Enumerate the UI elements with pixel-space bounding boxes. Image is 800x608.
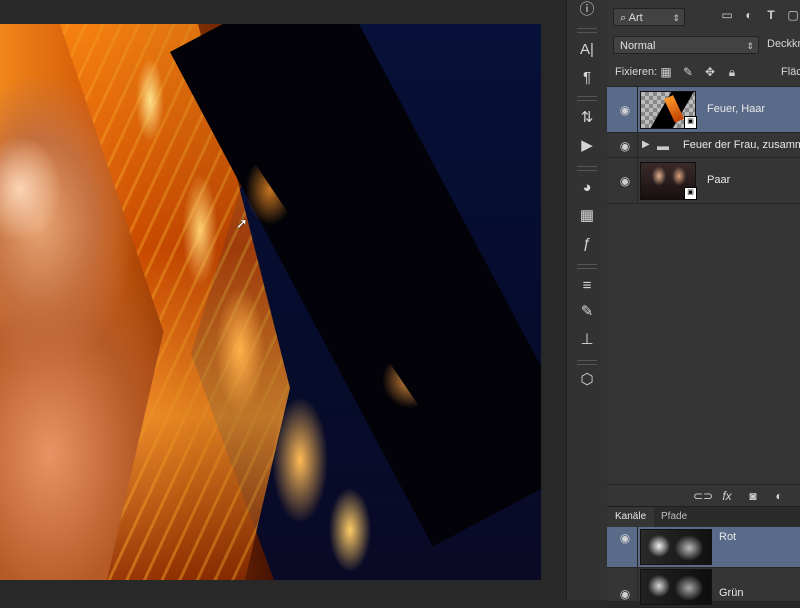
eye-icon: ◉ (619, 103, 631, 117)
smart-object-icon: ▣ (684, 187, 697, 200)
lock-image-pixels-icon[interactable]: ✎ (681, 65, 695, 79)
filter-shape-layers-icon[interactable]: ▢ (785, 8, 800, 22)
visibility-toggle[interactable]: ◉ (607, 87, 638, 132)
layers-panel-footer: ⊂⊃ fx ◙ ◐ (607, 484, 800, 507)
channel-row-green[interactable]: ◉ Grün (607, 567, 800, 608)
strip-grip[interactable] (577, 360, 597, 365)
move-cursor-icon: ➚ (236, 215, 248, 231)
layer-row-feuer-der-frau-group[interactable]: ◉ ▶ ▬ Feuer der Frau, zusammen (607, 135, 800, 158)
document-canvas[interactable]: ➚ (0, 0, 566, 600)
actions-icon[interactable]: ▶ (575, 136, 599, 156)
adjustments-icon[interactable]: ≡ (575, 276, 599, 296)
folder-icon: ▬ (657, 139, 669, 153)
strip-grip[interactable] (577, 264, 597, 269)
layer-name[interactable]: Feuer der Frau, zusammen (683, 139, 800, 151)
lock-row: Fixieren: ▦ ✎ ✥ 🔒︎ Fläc (607, 58, 800, 87)
select-arrows-icon: ⇕ (746, 41, 754, 51)
layer-row-paar[interactable]: ◉ ▣ Paar (607, 158, 800, 204)
fill-label: Fläc (781, 66, 800, 78)
channel-name: Grün (719, 587, 744, 599)
lock-label: Fixieren: (615, 66, 658, 78)
lock-all-icon[interactable]: 🔒︎ (725, 65, 739, 79)
link-icon[interactable]: ⊂⊃ (693, 489, 713, 503)
eye-icon: ◉ (619, 139, 631, 153)
visibility-toggle[interactable]: ◉ (607, 567, 638, 607)
channel-thumbnail (640, 529, 712, 565)
layer-filter-row: ⌕ Art ⇕ ▭ ◐ T ▢ (607, 0, 800, 32)
strip-grip[interactable] (577, 96, 597, 101)
mask-icon[interactable]: ◙ (745, 489, 761, 503)
tab-channels[interactable]: Kanäle (607, 507, 655, 527)
group-expand-triangle-icon[interactable]: ▶ (642, 139, 650, 150)
strip-grip[interactable] (577, 28, 597, 33)
lock-transparency-icon[interactable]: ▦ (659, 65, 673, 79)
layer-row-feuer-haar[interactable]: ◉ ▣ Feuer, Haar (607, 87, 800, 133)
clone-source-icon[interactable]: ⊥ (575, 330, 599, 350)
search-icon: ⌕ (620, 12, 629, 24)
channels-panel: Kanäle Pfade ◉ Rot ◉ Grün (607, 506, 800, 608)
styles-icon[interactable]: ƒ (575, 234, 599, 254)
eye-icon: ◉ (619, 531, 631, 545)
info-icon[interactable]: ⓘ (575, 0, 599, 20)
color-swatches-icon[interactable]: ◕ (575, 178, 599, 198)
filter-type-layers-icon[interactable]: T (763, 8, 779, 22)
strip-grip[interactable] (577, 166, 597, 171)
tab-paths[interactable]: Pfade (653, 507, 695, 527)
blend-mode-value: Normal (620, 40, 656, 52)
character-icon[interactable]: A| (575, 40, 599, 60)
eye-icon: ◉ (619, 174, 631, 188)
fx-icon[interactable]: fx (719, 489, 735, 503)
visibility-toggle[interactable]: ◉ (607, 135, 638, 157)
paragraph-icon[interactable]: ¶ (575, 68, 599, 88)
channel-name: Rot (719, 531, 737, 543)
filter-adjustment-layers-icon[interactable]: ◐ (741, 8, 757, 22)
blend-mode-select[interactable]: Normal ⇕ (613, 36, 759, 54)
history-icon[interactable]: ⇅ (575, 108, 599, 128)
select-arrows-icon: ⇕ (672, 13, 680, 23)
channel-row-red[interactable]: ◉ Rot (607, 527, 800, 568)
layer-name[interactable]: Paar (707, 174, 730, 186)
channels-tab-bar: Kanäle Pfade (607, 507, 800, 527)
adjustment-icon[interactable]: ◐ (771, 489, 787, 503)
document-image[interactable] (0, 24, 541, 580)
panel-icon-strip: ⓘ A| ¶ ⇅ ▶ ◕ ▦ ƒ ≡ ✎ ⊥ ⬡ (566, 0, 608, 600)
brushes-icon[interactable]: ✎ (575, 302, 599, 322)
visibility-toggle[interactable]: ◉ (607, 158, 638, 203)
layer-comps-icon[interactable]: ▦ (575, 206, 599, 226)
filter-pixel-layers-icon[interactable]: ▭ (719, 8, 735, 22)
layer-name[interactable]: Feuer, Haar (707, 103, 765, 115)
layer-filter-kind-value: Art (628, 12, 643, 24)
visibility-toggle[interactable]: ◉ (607, 527, 638, 567)
layers-panel: ⌕ Art ⇕ ▭ ◐ T ▢ Normal ⇕ Deckkra Fixiere… (607, 0, 800, 505)
layer-filter-kind-select[interactable]: ⌕ Art ⇕ (613, 8, 685, 26)
lock-position-icon[interactable]: ✥ (703, 65, 717, 79)
smart-object-icon: ▣ (684, 116, 697, 129)
eye-icon: ◉ (619, 587, 631, 601)
3d-icon[interactable]: ⬡ (575, 370, 599, 390)
opacity-label: Deckkra (767, 38, 800, 50)
